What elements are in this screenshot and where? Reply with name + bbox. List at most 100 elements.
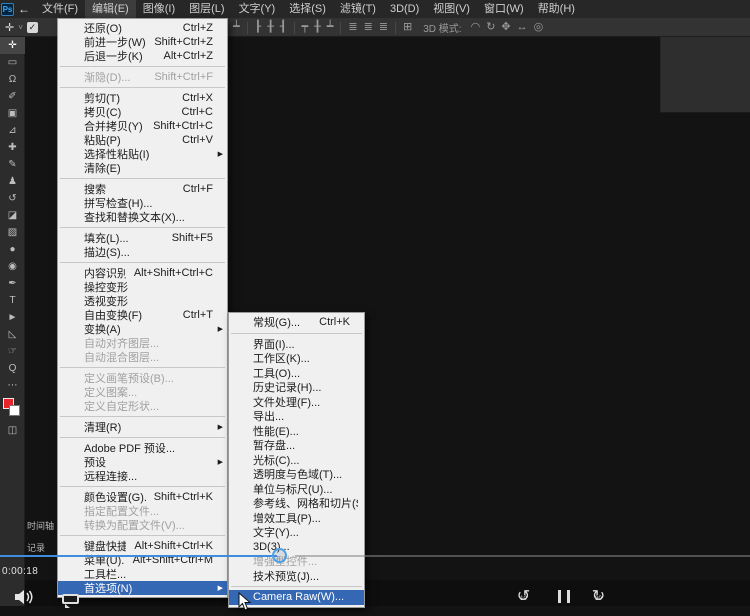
menu-item[interactable]: 单位与标尺(U)... — [229, 482, 364, 497]
menubar-item[interactable]: 视图(V) — [426, 0, 477, 18]
3d-slide-icon[interactable]: ↔ — [514, 18, 531, 37]
menu-item[interactable]: 定义自定形状... — [58, 399, 227, 413]
menu-item[interactable]: 光标(C)... — [229, 453, 364, 468]
hand-tool[interactable]: ☞ — [0, 343, 25, 360]
menu-item[interactable]: 还原(O)Ctrl+Z — [58, 21, 227, 35]
menu-item[interactable]: 界面(I)... — [229, 337, 364, 352]
type-tool[interactable]: T — [0, 292, 25, 309]
menu-item[interactable]: 剪切(T)Ctrl+X — [58, 91, 227, 105]
edit-toolbar-button[interactable]: ⋯ — [0, 377, 25, 394]
menubar-item[interactable]: 滤镜(T) — [333, 0, 383, 18]
menu-item[interactable]: 描边(S)... — [58, 245, 227, 259]
distribute-vertical-centers-icon[interactable]: ≣ — [361, 18, 376, 37]
menu-item[interactable]: 自由变换(F)Ctrl+T — [58, 308, 227, 322]
timeline-tab-label[interactable]: 时间轴 — [27, 519, 54, 532]
pen-tool[interactable]: ✒ — [0, 275, 25, 292]
menu-item[interactable]: 后退一步(K)Alt+Ctrl+Z — [58, 49, 227, 63]
menu-item[interactable]: 导出... — [229, 409, 364, 424]
menu-item[interactable]: 清除(E) — [58, 161, 227, 175]
menu-item[interactable]: 常规(G)...Ctrl+K — [229, 315, 364, 330]
menubar-item[interactable]: 文件(F) — [35, 0, 85, 18]
forward-30-button[interactable]: ↻ 30 — [590, 589, 607, 605]
menu-item[interactable]: 透明度与色域(T)... — [229, 467, 364, 482]
auto-select-checkbox[interactable]: ✓ — [27, 22, 38, 33]
menubar-item[interactable]: 文字(Y) — [232, 0, 283, 18]
menu-item[interactable]: 自动对齐图层... — [58, 336, 227, 350]
menu-item[interactable]: Adobe PDF 预设... — [58, 441, 227, 455]
video-progress-bar[interactable] — [0, 555, 750, 557]
align-left-edges-icon[interactable]: ┠ — [252, 18, 265, 37]
back-arrow-icon[interactable]: ← — [18, 0, 30, 18]
menu-item[interactable]: 选择性粘贴(I)▶ — [58, 147, 227, 161]
3d-roll-icon[interactable]: ↻ — [483, 18, 498, 37]
menu-item[interactable]: 增效工具(P)... — [229, 511, 364, 526]
shape-tool[interactable]: ◺ — [0, 326, 25, 343]
distribute-spacing-icon[interactable]: ⊞ — [400, 18, 415, 37]
menu-item[interactable]: 首选项(N)▶ — [58, 581, 227, 595]
menu-item[interactable]: 文件处理(F)... — [229, 395, 364, 410]
menu-item[interactable]: 拼写检查(H)... — [58, 196, 227, 210]
menubar-item[interactable]: 图层(L) — [182, 0, 231, 18]
crop-tool[interactable]: ▣ — [0, 105, 25, 122]
menu-item[interactable]: 文字(Y)... — [229, 525, 364, 540]
screen-mode-icon[interactable]: ◫ — [0, 422, 25, 439]
distribute-right-edges-icon[interactable]: ≣ — [376, 18, 391, 37]
menubar-item[interactable]: 3D(D) — [383, 0, 426, 18]
menu-item[interactable]: 自动混合图层... — [58, 350, 227, 364]
eyedropper-tool[interactable]: ⊿ — [0, 122, 25, 139]
menu-item[interactable]: 性能(E)... — [229, 424, 364, 439]
menu-item[interactable]: 定义图案... — [58, 385, 227, 399]
menu-item[interactable]: 工作区(K)... — [229, 351, 364, 366]
menu-item[interactable]: 内容识别缩放Alt+Shift+Ctrl+C — [58, 266, 227, 280]
pause-button[interactable] — [558, 590, 570, 603]
menu-item[interactable]: 历史记录(H)... — [229, 380, 364, 395]
menu-item[interactable]: 参考线、网格和切片(S)... — [229, 496, 364, 511]
menu-item[interactable]: 透视变形 — [58, 294, 227, 308]
menu-item[interactable]: 操控变形 — [58, 280, 227, 294]
blur-tool[interactable]: ● — [0, 241, 25, 258]
3d-dolly-icon[interactable]: ◎ — [531, 18, 547, 37]
menu-item[interactable]: 查找和替换文本(X)... — [58, 210, 227, 224]
menu-item[interactable]: 拷贝(C)Ctrl+C — [58, 105, 227, 119]
background-color-swatch[interactable] — [9, 405, 20, 416]
menubar-item[interactable]: 窗口(W) — [477, 0, 531, 18]
menu-item[interactable]: 3D(3)... — [229, 540, 364, 555]
menu-item[interactable]: 定义画笔预设(B)... — [58, 371, 227, 385]
quick-selection-tool[interactable]: ✐ — [0, 88, 25, 105]
menu-item[interactable]: 颜色设置(G)...Shift+Ctrl+K — [58, 490, 227, 504]
menu-item[interactable]: 搜索Ctrl+F — [58, 182, 227, 196]
menubar-item[interactable]: 帮助(H) — [531, 0, 582, 18]
rewind-10-button[interactable]: ↺ 10 — [515, 589, 532, 605]
menu-item[interactable]: 清理(R)▶ — [58, 420, 227, 434]
distribute-left-edges-icon[interactable]: ≣ — [345, 18, 360, 37]
move-tool[interactable]: ✛ — [0, 37, 25, 54]
zoom-tool[interactable]: Q — [0, 360, 25, 377]
menu-item[interactable]: 工具(O)... — [229, 366, 364, 381]
menu-item[interactable]: 合并拷贝(Y)Shift+Ctrl+C — [58, 119, 227, 133]
align-bottom-edges-2-icon[interactable]: ┷ — [324, 18, 337, 37]
menu-item[interactable]: 填充(L)...Shift+F5 — [58, 231, 227, 245]
align-top-edges-icon[interactable]: ┯ — [299, 18, 312, 37]
menu-item[interactable]: 键盘快捷键...Alt+Shift+Ctrl+K — [58, 539, 227, 553]
align-vertical-centers-icon[interactable]: ╂ — [311, 18, 324, 37]
eraser-tool[interactable]: ◪ — [0, 207, 25, 224]
menubar-item[interactable]: 编辑(E) — [85, 0, 136, 18]
align-horizontal-centers-icon[interactable]: ╂ — [264, 18, 277, 37]
menu-item[interactable]: 远程连接... — [58, 469, 227, 483]
speaker-icon[interactable] — [15, 589, 35, 610]
menu-item[interactable]: 工具栏... — [58, 567, 227, 581]
menu-item[interactable]: 暂存盘... — [229, 438, 364, 453]
menu-item[interactable]: 前进一步(W)Shift+Ctrl+Z — [58, 35, 227, 49]
menu-item[interactable]: 指定配置文件... — [58, 504, 227, 518]
lasso-tool[interactable]: Ω — [0, 71, 25, 88]
path-selection-tool[interactable]: ► — [0, 309, 25, 326]
menu-item[interactable]: 预设▶ — [58, 455, 227, 469]
marquee-tool[interactable]: ▭ — [0, 54, 25, 71]
menu-item[interactable]: 粘贴(P)Ctrl+V — [58, 133, 227, 147]
gradient-tool[interactable]: ▨ — [0, 224, 25, 241]
collapsed-panel-dock[interactable] — [660, 37, 750, 113]
clone-stamp-tool[interactable]: ♟ — [0, 173, 25, 190]
menu-item[interactable]: 渐隐(D)...Shift+Ctrl+F — [58, 70, 227, 84]
3d-pan-icon[interactable]: ✥ — [498, 18, 513, 37]
menubar-item[interactable]: 图像(I) — [136, 0, 182, 18]
